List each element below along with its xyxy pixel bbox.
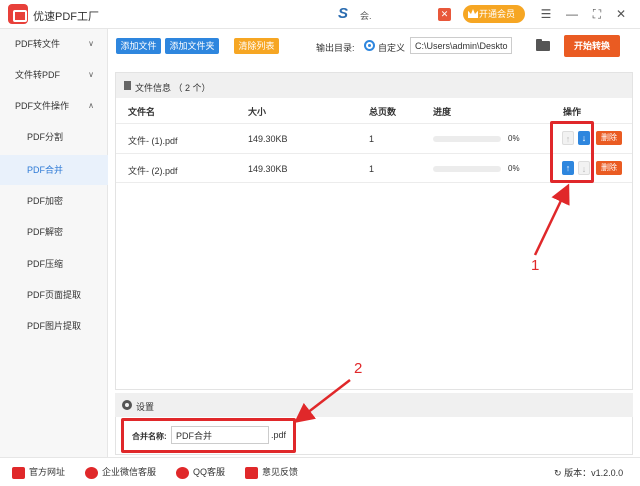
- sidebar-item-decrypt[interactable]: PDF解密: [0, 217, 108, 247]
- qq-support-link[interactable]: QQ客服: [176, 466, 225, 479]
- clear-list-button[interactable]: 清除列表: [234, 38, 279, 54]
- menu-icon[interactable]: ☰: [538, 6, 554, 22]
- file-list-panel: 文件信息 （ 2 个） 文件名 大小 总页数 进度 操作 文件- (1).pdf…: [115, 72, 633, 390]
- sidebar-item-label: 文件转PDF: [15, 70, 61, 80]
- file-pages: 1: [369, 164, 375, 174]
- vip-button[interactable]: 开通会员: [463, 5, 525, 23]
- close-icon[interactable]: ✕: [613, 6, 629, 22]
- maximize-icon[interactable]: ⛶: [589, 6, 605, 22]
- sidebar-item-label: PDF文件操作: [15, 101, 70, 111]
- col-header-name: 文件名: [128, 107, 156, 117]
- chevron-up-icon: ∧: [88, 101, 94, 110]
- file-name: 文件- (2).pdf: [128, 166, 178, 176]
- sidebar-item-pdf-ops[interactable]: PDF文件操作 ∧: [0, 91, 108, 121]
- app-logo: [8, 4, 28, 24]
- add-folder-button[interactable]: 添加文件夹: [165, 38, 219, 54]
- vip-label: 开通会员: [479, 9, 516, 19]
- file-pages: 1: [369, 134, 375, 144]
- progress-percent: 0%: [508, 164, 520, 173]
- sidebar-item-image-extract[interactable]: PDF图片提取: [0, 311, 108, 341]
- title-bar: 优速PDF工厂 S 会. ✕ 开通会员 ☰ — ⛶ ✕: [0, 0, 640, 29]
- col-header-size: 大小: [248, 107, 267, 117]
- progress-bar: [433, 166, 501, 172]
- official-site-link[interactable]: 官方网址: [12, 466, 65, 479]
- footer-label: 官方网址: [29, 467, 66, 477]
- wechat-support-link[interactable]: 企业微信客服: [85, 466, 156, 479]
- chevron-down-icon: ∨: [88, 70, 94, 79]
- sidebar-item-compress[interactable]: PDF压缩: [0, 249, 108, 279]
- sidebar-item-split[interactable]: PDF分割: [0, 122, 108, 152]
- annotation-label-1: 1: [531, 257, 540, 274]
- footer-label: QQ客服: [193, 467, 226, 477]
- col-header-pages: 总页数: [369, 107, 397, 117]
- sidebar-item-encrypt[interactable]: PDF加密: [0, 186, 108, 216]
- col-header-progress: 进度: [433, 107, 452, 117]
- toolbar: 添加文件 添加文件夹 清除列表 输出目录: 自定义 开始转换: [108, 29, 640, 63]
- file-size: 149.30KB: [248, 134, 288, 144]
- custom-radio-label: 自定义: [378, 43, 406, 53]
- progress-bar: [433, 136, 501, 142]
- custom-radio[interactable]: [364, 40, 375, 51]
- sidebar-item-file-to-pdf[interactable]: 文件转PDF ∨: [0, 60, 108, 90]
- output-dir-label: 输出目录:: [316, 43, 355, 53]
- file-info-header: 文件信息 （ 2 个）: [116, 73, 632, 98]
- annotation-box-2: [121, 418, 296, 453]
- col-header-actions: 操作: [563, 107, 582, 117]
- settings-header: 设置: [115, 393, 633, 417]
- delete-button[interactable]: 删除: [596, 161, 622, 175]
- file-info-title: 文件信息 （ 2 个）: [135, 83, 211, 93]
- user-name[interactable]: 会.: [360, 9, 372, 22]
- add-file-button[interactable]: 添加文件: [116, 38, 161, 54]
- user-logo-icon: S: [338, 5, 349, 22]
- qq-icon: [176, 466, 189, 479]
- footer-label: 意见反馈: [262, 467, 299, 477]
- output-path-input[interactable]: [410, 37, 512, 54]
- wechat-icon: [85, 466, 98, 479]
- feedback-icon: [245, 466, 258, 479]
- start-convert-button[interactable]: 开始转换: [564, 35, 620, 57]
- sidebar-item-pdf-to-file[interactable]: PDF转文件 ∨: [0, 29, 108, 59]
- gift-icon[interactable]: ✕: [438, 8, 451, 21]
- settings-title: 设置: [136, 402, 155, 412]
- app-title: 优速PDF工厂: [33, 11, 99, 23]
- annotation-label-2: 2: [354, 360, 363, 377]
- sidebar-item-label: PDF转文件: [15, 39, 61, 49]
- footer: 官方网址 企业微信客服 QQ客服 意见反馈 ↻ 版本：v1.2.0.0: [0, 457, 640, 486]
- feedback-link[interactable]: 意见反馈: [245, 466, 298, 479]
- chevron-down-icon: ∨: [88, 39, 94, 48]
- minimize-icon[interactable]: —: [564, 6, 580, 22]
- footer-label: 企业微信客服: [102, 467, 157, 477]
- refresh-icon[interactable]: ↻: [554, 468, 562, 478]
- sidebar-item-merge[interactable]: PDF合并: [0, 155, 108, 185]
- sidebar-item-page-extract[interactable]: PDF页面提取: [0, 280, 108, 310]
- file-size: 149.30KB: [248, 164, 288, 174]
- sidebar: PDF转文件 ∨ 文件转PDF ∨ PDF文件操作 ∧ PDF分割 PDF合并 …: [0, 29, 108, 457]
- version-text: 版本：v1.2.0.0: [564, 468, 624, 478]
- annotation-box-1: [550, 121, 594, 183]
- gear-icon: [122, 400, 132, 410]
- progress-percent: 0%: [508, 134, 520, 143]
- version-label: ↻ 版本：v1.2.0.0: [554, 466, 623, 479]
- crown-icon: [468, 9, 478, 18]
- delete-button[interactable]: 删除: [596, 131, 622, 145]
- file-name: 文件- (1).pdf: [128, 136, 178, 146]
- folder-icon[interactable]: [536, 39, 550, 51]
- website-icon: [12, 466, 25, 479]
- document-icon: [124, 81, 131, 90]
